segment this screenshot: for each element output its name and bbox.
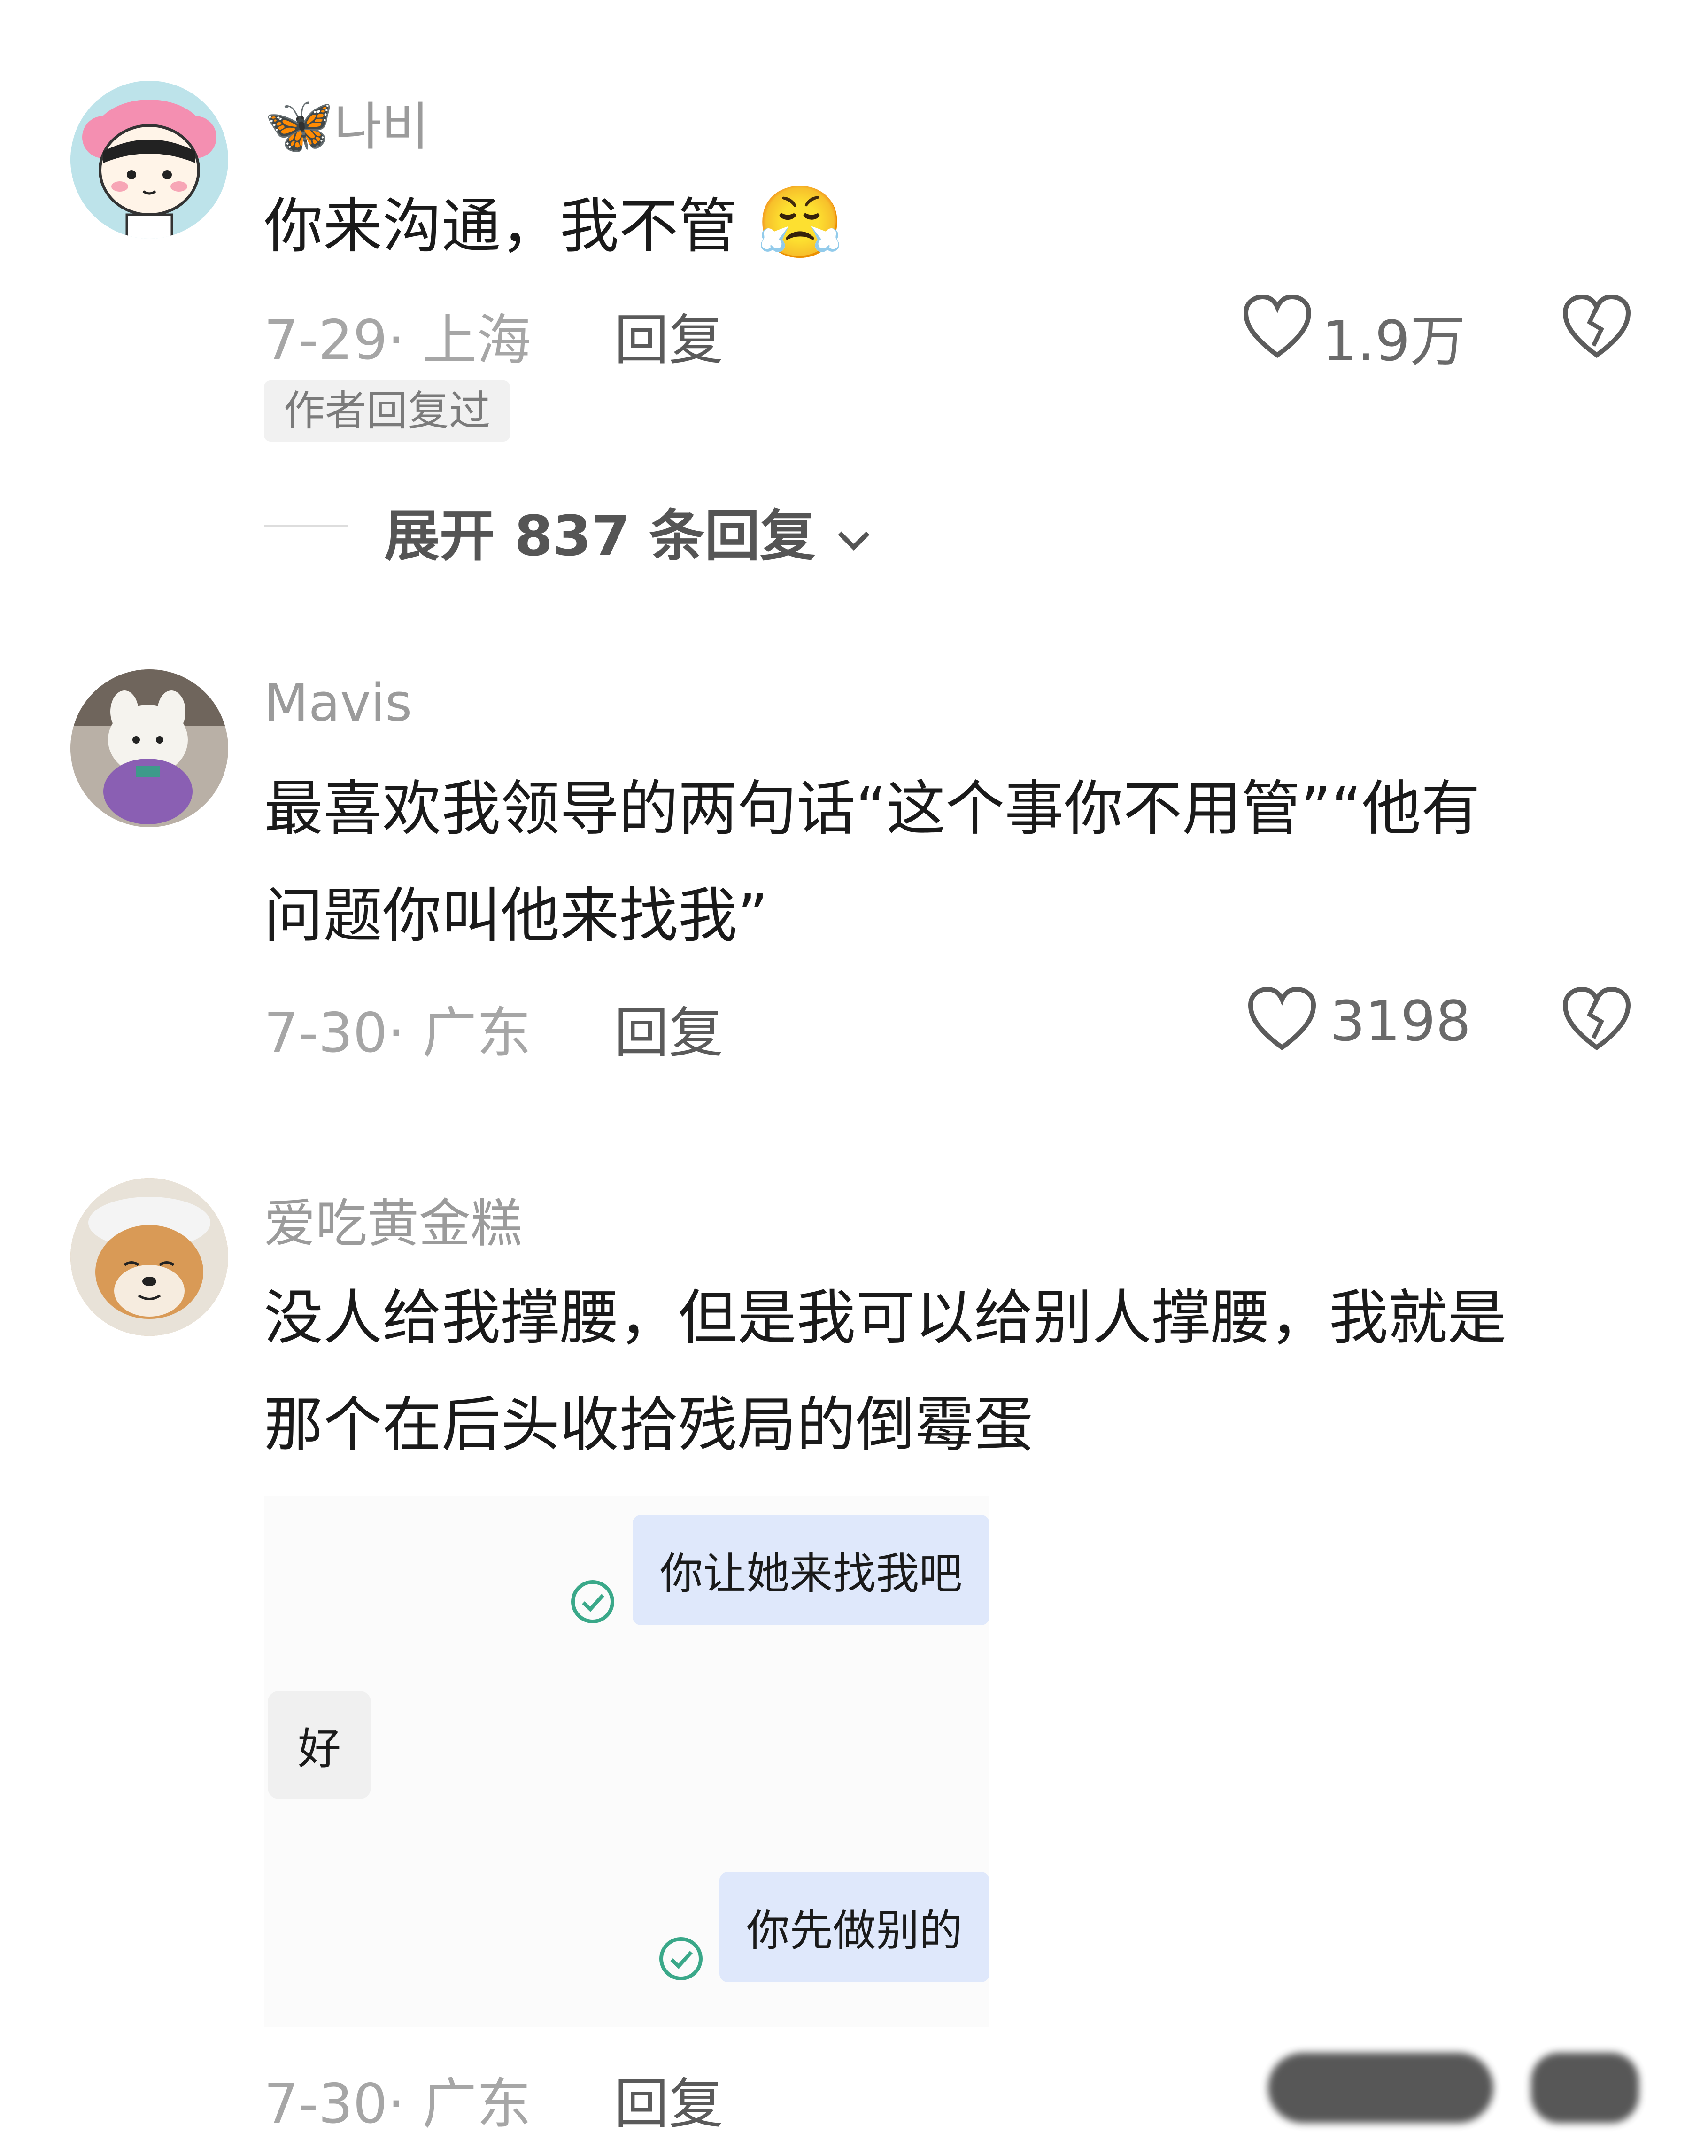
- chat-bubble-left: 好: [268, 1691, 371, 1799]
- avatar[interactable]: [70, 81, 228, 239]
- comment-text: 没人给我撑腰，但是我可以给别人撑腰，我就是 那个在后头收拾残局的倒霉蛋: [264, 1283, 1507, 1459]
- avatar-cartoon-girl-icon: [70, 81, 228, 239]
- redacted-dislike-area: [1531, 2053, 1639, 2123]
- comment-meta: 7-29· 上海: [264, 309, 532, 372]
- chat-bubble-right: 你先做别的: [719, 1872, 989, 1982]
- heart-like-icon[interactable]: [1247, 986, 1317, 1052]
- reply-button[interactable]: 回复: [614, 296, 723, 375]
- chevron-down-icon: [838, 531, 870, 551]
- comment-text: 你来沟通，我不管 😤: [264, 182, 844, 264]
- comment-location: 上海: [422, 309, 532, 372]
- like-count: 1.9万: [1322, 309, 1466, 373]
- dislike-heart-icon[interactable]: [1561, 986, 1632, 1052]
- read-check-icon: [571, 1580, 614, 1623]
- username[interactable]: Mavis: [264, 673, 412, 733]
- annoyed-face-icon: 😤: [756, 182, 844, 264]
- avatar[interactable]: [70, 1178, 228, 1336]
- comment-date: 7-30: [264, 1001, 388, 1065]
- expand-replies-button[interactable]: 展开 837 条回复: [384, 491, 873, 571]
- chat-screenshot-image[interactable]: 你让她来找我吧 好 你先做别的: [264, 1496, 989, 2027]
- chat-bubble-right: 你让她来找我吧: [633, 1515, 989, 1625]
- butterfly-icon: 🦋: [264, 93, 334, 158]
- comment-meta: 7-30· 广东: [264, 1001, 532, 1065]
- comment-meta: 7-30· 广东: [264, 2072, 532, 2136]
- comment-location: 广东: [422, 2072, 532, 2136]
- username[interactable]: 爱吃黄金糕: [264, 1181, 522, 1256]
- reply-button[interactable]: 回复: [614, 989, 723, 1068]
- reply-button[interactable]: 回复: [614, 2060, 723, 2139]
- avatar-plush-toy-icon: [70, 669, 228, 827]
- author-replied-badge: 作者回复过: [264, 380, 510, 442]
- comment-location: 广东: [422, 1001, 532, 1065]
- redacted-like-area: [1268, 2053, 1493, 2123]
- comment-date: 7-30: [264, 2072, 388, 2136]
- like-count: 3198: [1330, 989, 1471, 1054]
- comment-date: 7-29: [264, 309, 388, 372]
- divider-line: [264, 525, 348, 527]
- dislike-heart-icon[interactable]: [1561, 294, 1632, 360]
- username[interactable]: 🦋나비: [264, 85, 429, 160]
- heart-like-icon[interactable]: [1242, 294, 1313, 360]
- avatar[interactable]: [70, 669, 228, 827]
- read-check-icon: [659, 1937, 703, 1980]
- avatar-shiba-dog-icon: [70, 1178, 228, 1336]
- comment-text: 最喜欢我领导的两句话“这个事你不用管”“他有 问题你叫他来找我”: [264, 774, 1480, 950]
